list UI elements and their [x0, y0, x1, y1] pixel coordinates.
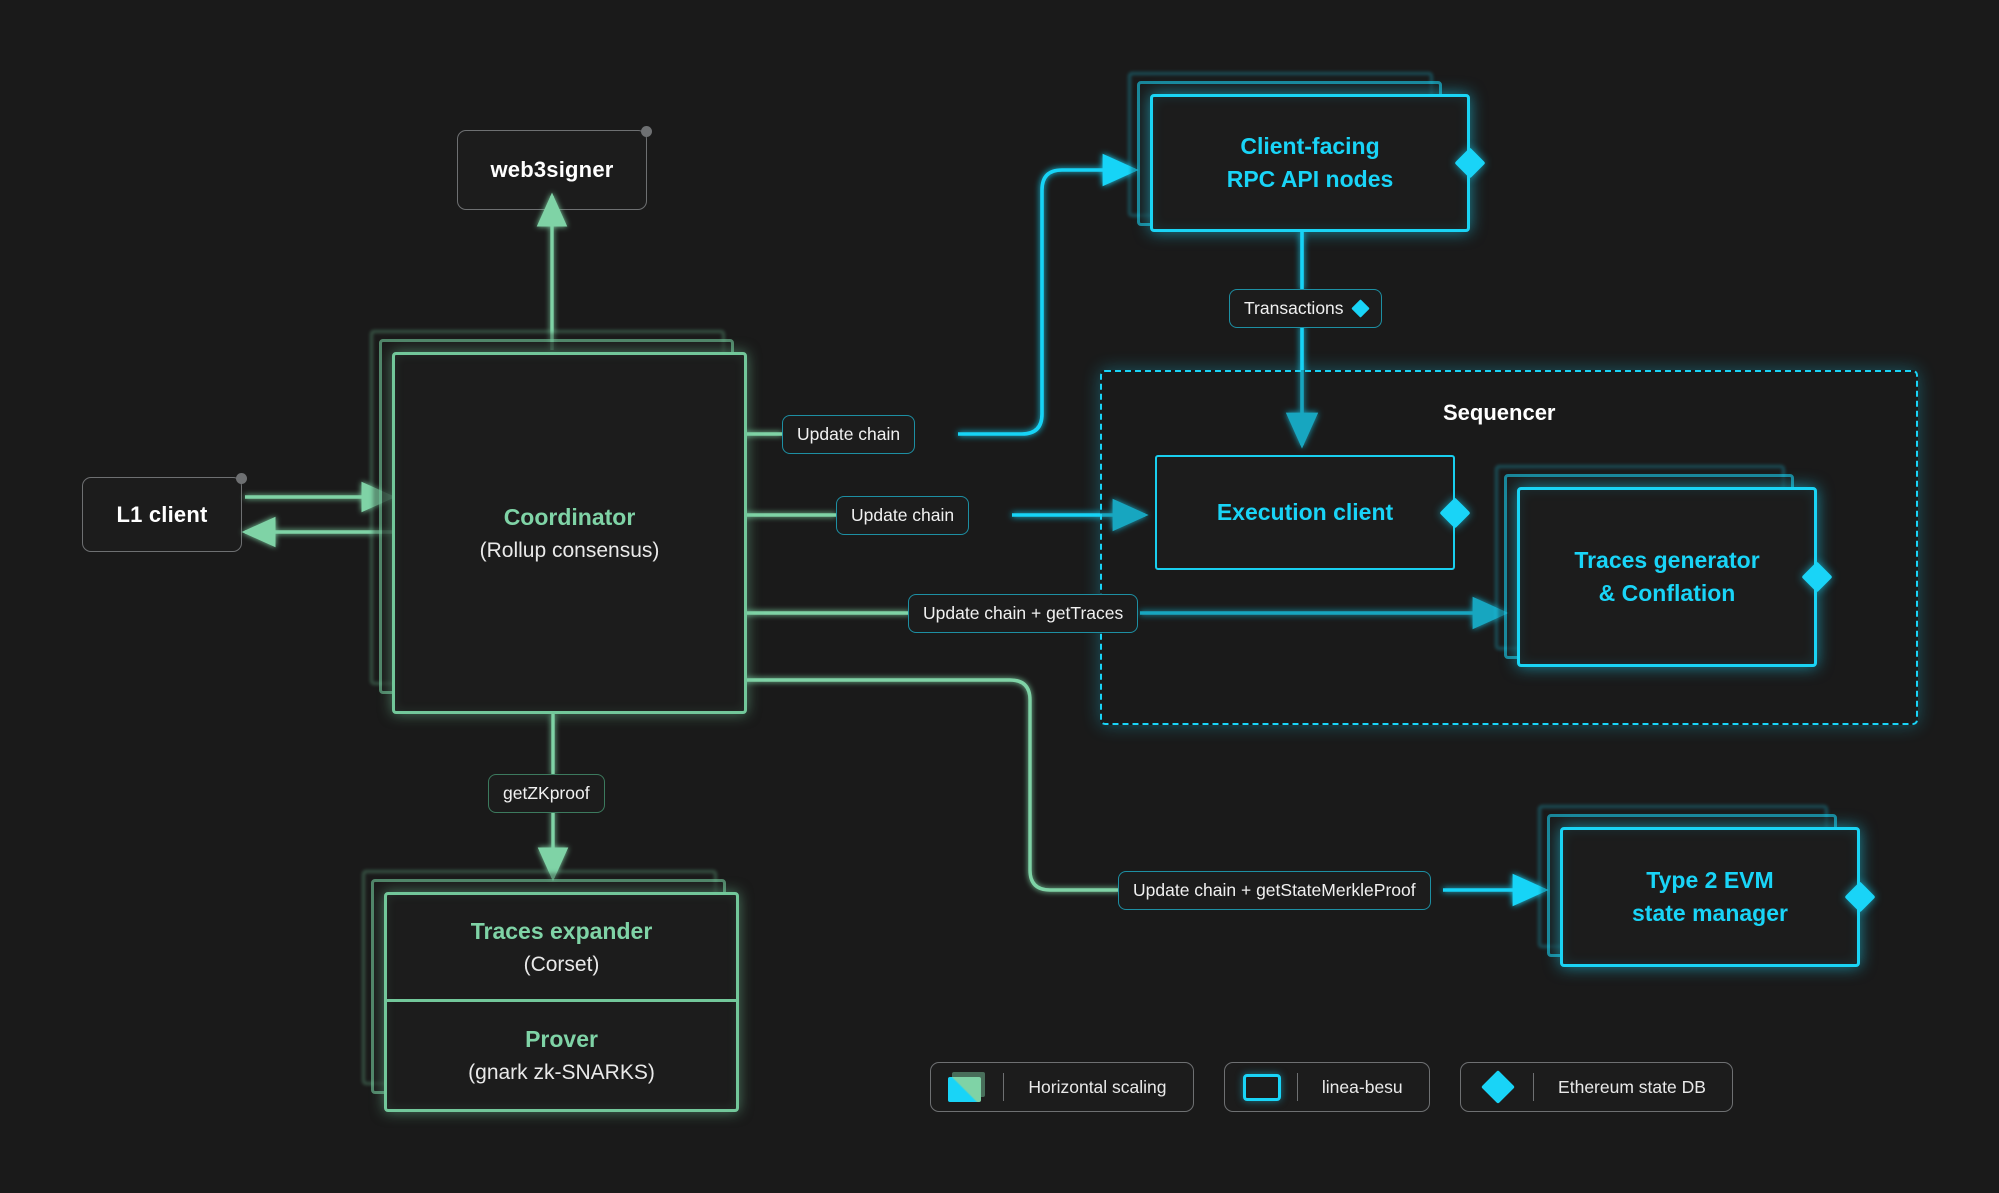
edge-label-update-chain-get-traces[interactable]: Update chain + getTraces	[908, 594, 1139, 633]
group-sequencer-label: Sequencer	[1443, 400, 1556, 425]
ethereum-state-db-diamond-icon	[1465, 1070, 1531, 1104]
edge-label-get-zk-proof[interactable]: getZKproof	[488, 774, 605, 813]
node-state-manager[interactable]: Type 2 EVM state manager	[1538, 805, 1876, 985]
edge-label-transactions-text: Transactions	[1244, 298, 1344, 318]
edge-label-get-zk-proof-text: getZKproof	[503, 783, 590, 803]
node-traces-generator[interactable]: Traces generator & Conflation	[1495, 465, 1833, 685]
linea-besu-icon	[1229, 1073, 1295, 1101]
edge-label-update-chain-get-state-merkle-proof-text: Update chain + getStateMerkleProof	[1133, 880, 1416, 900]
legend: Horizontal scaling linea-besu Ethereum s…	[930, 1062, 1733, 1112]
legend-item-linea-besu[interactable]: linea-besu	[1223, 1062, 1430, 1112]
legend-item-horizontal-scaling[interactable]: Horizontal scaling	[930, 1062, 1194, 1112]
edge-label-update-chain-exec-text: Update chain	[851, 505, 955, 525]
node-execution-client-title: Execution client	[1216, 499, 1394, 526]
node-prover-group[interactable]: Traces expander (Corset) Prover (gnark z…	[362, 870, 762, 1120]
node-coordinator-subtitle: (Rollup consensus)	[479, 538, 660, 562]
edge-label-update-chain-rpc[interactable]: Update chain	[782, 415, 916, 454]
node-traces-expander[interactable]: Traces expander (Corset)	[387, 895, 736, 1002]
node-state-manager-line1: Type 2 EVM	[1646, 867, 1774, 894]
legend-divider	[1532, 1073, 1535, 1101]
horizontal-scaling-icon	[935, 1072, 1001, 1102]
node-coordinator-title: Coordinator	[503, 503, 636, 530]
architecture-diagram: web3signer L1 client Coordinator (Rollup…	[0, 0, 1999, 1193]
legend-item-ethereum-state-db-label: Ethereum state DB	[1558, 1076, 1706, 1097]
edge-label-update-chain-exec[interactable]: Update chain	[836, 496, 970, 535]
legend-item-linea-besu-label: linea-besu	[1321, 1076, 1403, 1097]
stack-layer-front: Client-facing RPC API nodes	[1150, 94, 1470, 232]
node-rpc-api-nodes-line1: Client-facing	[1240, 133, 1380, 160]
legend-divider	[1296, 1073, 1298, 1101]
stack-layer-front: Traces expander (Corset) Prover (gnark z…	[384, 892, 739, 1112]
ethereum-state-db-diamond-icon	[1350, 299, 1370, 318]
stack-layer-front: Traces generator & Conflation	[1517, 487, 1817, 667]
node-coordinator[interactable]: Coordinator (Rollup consensus)	[370, 330, 760, 720]
edge-label-transactions[interactable]: Transactions	[1229, 289, 1382, 328]
legend-divider	[1003, 1073, 1005, 1101]
node-state-manager-line2: state manager	[1632, 900, 1788, 926]
node-traces-generator-line1: Traces generator	[1574, 547, 1760, 574]
edge-label-update-chain-get-state-merkle-proof[interactable]: Update chain + getStateMerkleProof	[1118, 871, 1431, 910]
node-traces-expander-title: Traces expander	[470, 917, 653, 944]
node-traces-generator-line2: & Conflation	[1598, 580, 1736, 606]
node-traces-expander-subtitle: (Corset)	[523, 952, 600, 976]
stack-layer-front: Type 2 EVM state manager	[1560, 827, 1860, 967]
node-execution-client[interactable]: Execution client	[1155, 455, 1455, 570]
edge-label-update-chain-get-traces-text: Update chain + getTraces	[923, 603, 1124, 623]
node-prover-title: Prover	[525, 1026, 598, 1052]
node-prover[interactable]: Prover (gnark zk-SNARKS)	[387, 1002, 736, 1109]
edge-label-update-chain-rpc-text: Update chain	[797, 424, 901, 444]
node-prover-subtitle: (gnark zk-SNARKS)	[468, 1061, 655, 1084]
stack-layer-front: Coordinator (Rollup consensus)	[392, 352, 747, 714]
legend-item-ethereum-state-db[interactable]: Ethereum state DB	[1459, 1062, 1733, 1112]
node-rpc-api-nodes[interactable]: Client-facing RPC API nodes	[1128, 72, 1486, 252]
node-rpc-api-nodes-line2: RPC API nodes	[1226, 166, 1394, 192]
legend-item-horizontal-scaling-label: Horizontal scaling	[1028, 1076, 1167, 1097]
